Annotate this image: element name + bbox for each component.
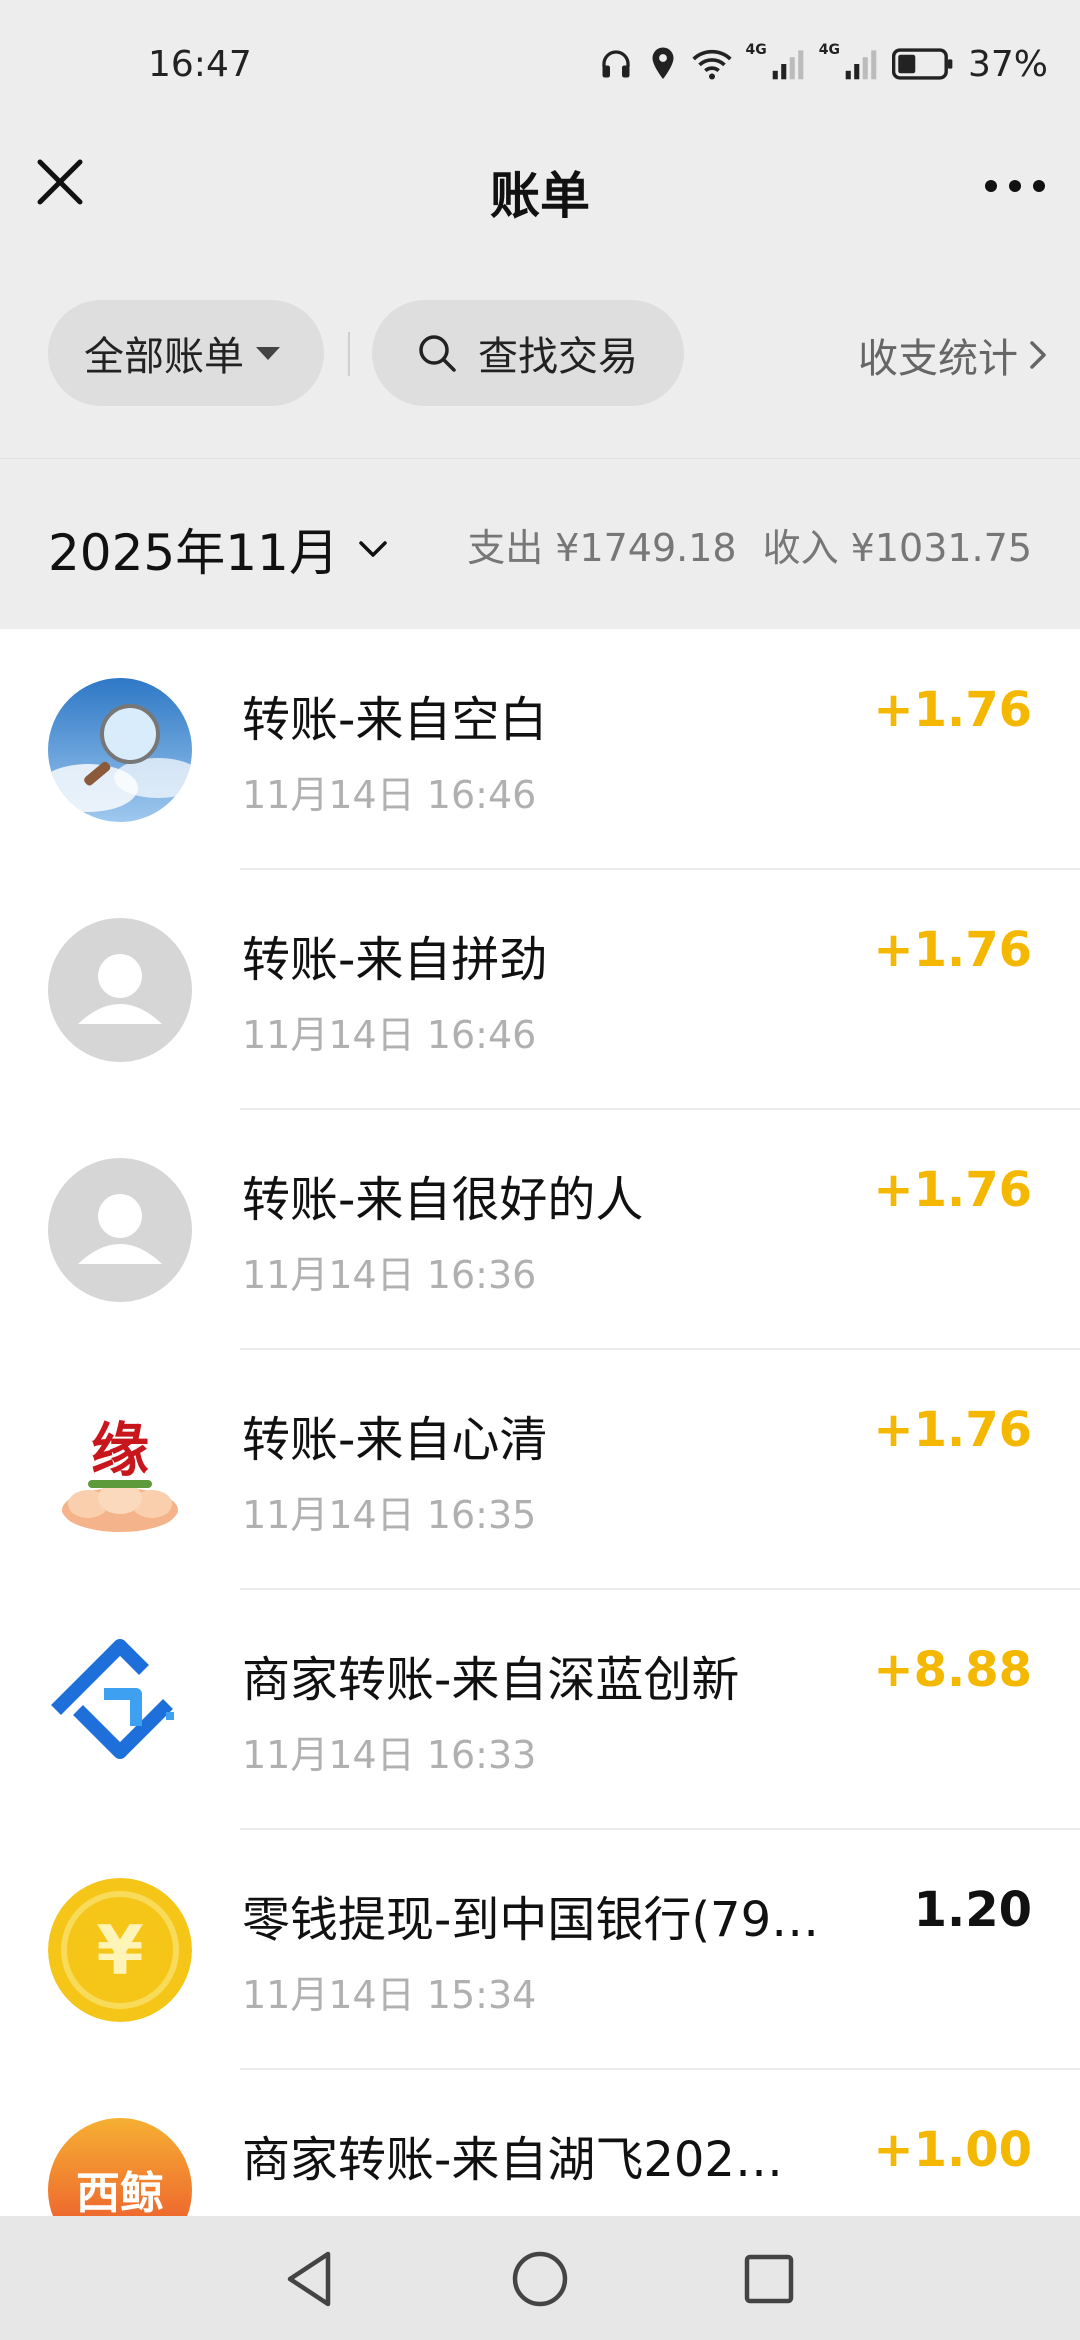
transaction-amount: +1.76 [873, 1162, 1032, 1218]
avatar-lotus-yuan: 缘 [48, 1398, 192, 1542]
page-title: 账单 [490, 167, 590, 225]
transaction-title: 商家转账-来自深蓝创新 [242, 1652, 740, 1708]
transaction-date: 11月14日 16:46 [242, 773, 537, 817]
back-button[interactable] [276, 2244, 346, 2314]
nav-bar: 账单 [0, 130, 1080, 254]
avatar-default-user [48, 918, 192, 1062]
avatar-text: ¥ [96, 1912, 143, 1991]
all-bills-label: 全部账单 [84, 334, 244, 380]
transaction-amount: +1.76 [873, 682, 1032, 738]
transaction-date: 11月14日 15:34 [242, 1973, 537, 2017]
search-label: 查找交易 [478, 334, 638, 380]
transaction-title: 转账-来自拼劲 [242, 932, 548, 988]
recents-square-icon [744, 2254, 794, 2304]
back-triangle-icon [287, 2251, 331, 2307]
transaction-row[interactable]: 商家转账-来自深蓝创新 11月14日 16:33 +8.88 [0, 1590, 1080, 1830]
home-circle-icon [512, 2251, 568, 2307]
chevron-right-icon [1030, 341, 1046, 369]
transaction-date: 11月14日 16:46 [242, 1013, 537, 1057]
search-transactions-button[interactable]: 查找交易 [372, 300, 684, 406]
transaction-title: 转账-来自空白 [242, 692, 548, 748]
headphones-icon [601, 50, 630, 78]
avatar-sky-photo [48, 678, 192, 822]
user-icon [48, 1158, 192, 1302]
search-icon [419, 335, 456, 372]
transaction-title: 转账-来自很好的人 [242, 1172, 644, 1228]
transaction-title: 转账-来自心清 [242, 1412, 548, 1468]
transaction-amount: +1.76 [873, 922, 1032, 978]
transaction-date: 11月14日 16:33 [242, 1733, 537, 1777]
transaction-date: 11月14日 16:36 [242, 1253, 537, 1297]
transaction-row[interactable]: 转账-来自空白 11月14日 16:46 +1.76 [0, 630, 1080, 870]
all-bills-dropdown[interactable]: 全部账单 [48, 300, 324, 406]
yuan-coin-icon: ¥ [48, 1878, 192, 2022]
caret-down-icon [256, 346, 280, 360]
transaction-title: 商家转账-来自湖飞202… [242, 2132, 783, 2188]
status-bar: 16:47 4G 4G 37% [0, 0, 1080, 130]
home-button[interactable] [505, 2244, 575, 2314]
signal-icon-1 [772, 50, 804, 80]
expense-total: 支出 ¥1749.18 [467, 526, 737, 570]
transaction-amount: +1.00 [873, 2122, 1032, 2178]
wifi-icon [691, 49, 732, 80]
income-total: 收入 ¥1031.75 [762, 526, 1032, 570]
avatar-yuan-coin: ¥ [48, 1878, 192, 2022]
month-label: 2025年11月 [48, 524, 339, 582]
network-type-2: 4G [818, 42, 840, 58]
stats-label: 收支统计 [858, 336, 1018, 382]
transaction-title: 零钱提现-到中国银行(79… [242, 1892, 820, 1948]
more-button[interactable] [980, 156, 1050, 216]
system-nav-bar [0, 2216, 1080, 2340]
status-time: 16:47 [148, 44, 252, 85]
battery-icon [891, 48, 953, 80]
divider [348, 332, 350, 376]
battery-percent: 37% [967, 43, 1048, 85]
avatar-text: 缘 [91, 1416, 149, 1484]
month-picker[interactable]: 2025年11月 [48, 513, 389, 585]
network-type-1: 4G [745, 42, 767, 58]
chevron-down-icon [359, 541, 387, 557]
avatar-default-user [48, 1158, 192, 1302]
transaction-amount: +8.88 [873, 1642, 1032, 1698]
transaction-row[interactable]: 转账-来自很好的人 11月14日 16:36 +1.76 [0, 1110, 1080, 1350]
filter-bar: 全部账单 查找交易 收支统计 [0, 254, 1080, 459]
month-header: 2025年11月 支出 ¥1749.18 收入 ¥1031.75 [0, 459, 1080, 629]
transaction-row[interactable]: 转账-来自拼劲 11月14日 16:46 +1.76 [0, 870, 1080, 1110]
transaction-amount: 1.20 [913, 1882, 1032, 1938]
user-icon [48, 918, 192, 1062]
avatar-blue-logo [48, 1638, 192, 1782]
transaction-amount: +1.76 [873, 1402, 1032, 1458]
more-icon [985, 180, 1045, 192]
avatar-text: 西鲸 [76, 2168, 164, 2219]
signal-icon-2 [845, 50, 877, 80]
status-icons: 4G 4G 37% [598, 40, 1048, 88]
stats-link[interactable]: 收支统计 [858, 326, 1050, 384]
transaction-row[interactable]: ¥ 零钱提现-到中国银行(79… 11月14日 15:34 1.20 [0, 1830, 1080, 2070]
recents-button[interactable] [734, 2244, 804, 2314]
location-icon [652, 47, 674, 79]
transaction-date: 11月14日 16:35 [242, 1493, 537, 1537]
month-summary: 支出 ¥1749.18 收入 ¥1031.75 [467, 517, 1032, 572]
transaction-row[interactable]: 缘 转账-来自心清 11月14日 16:35 +1.76 [0, 1350, 1080, 1590]
